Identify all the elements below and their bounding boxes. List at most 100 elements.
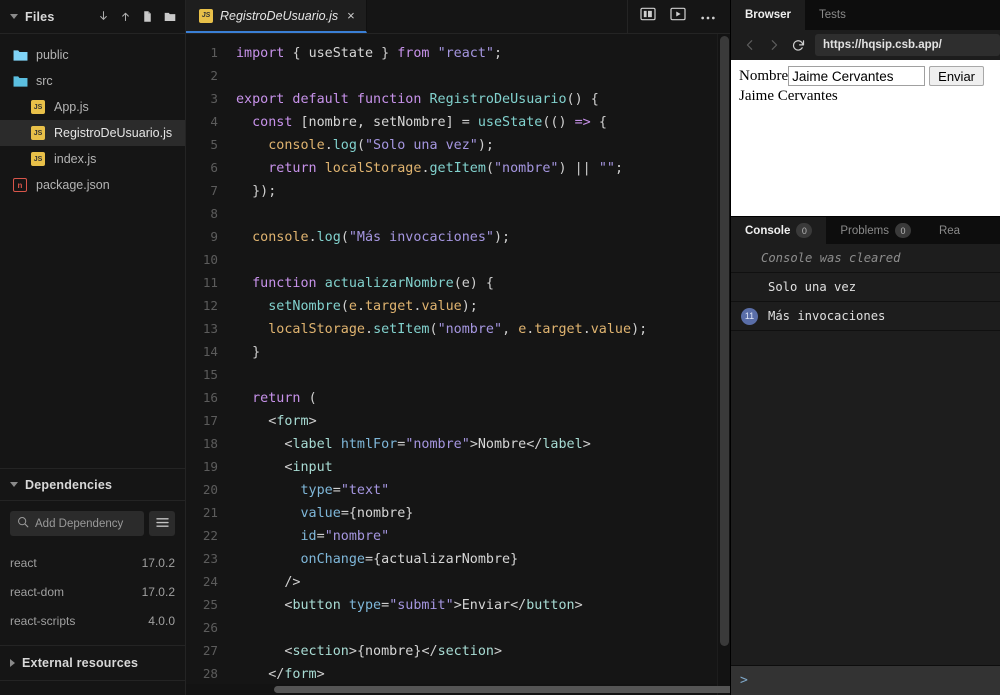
new-file-icon[interactable]: [141, 10, 154, 23]
code-token: .: [325, 138, 333, 153]
editor-horizontal-scrollbar[interactable]: [186, 684, 717, 695]
line-number: 28: [186, 663, 236, 685]
json-badge: n: [13, 178, 27, 192]
chevron-right-icon[interactable]: [763, 34, 785, 56]
code-token: </: [510, 598, 526, 613]
js-file-icon: JS: [30, 125, 46, 141]
tab-problems[interactable]: Problems 0: [826, 217, 925, 244]
file-row-public[interactable]: public: [0, 42, 185, 68]
code-token: />: [236, 575, 301, 590]
code-token: .: [421, 161, 429, 176]
split-pane-icon[interactable]: [640, 7, 656, 26]
tab-console[interactable]: Console 0: [731, 217, 826, 244]
line-number: 26: [186, 617, 236, 639]
code-token: section: [438, 644, 494, 659]
code-token: .: [309, 230, 317, 245]
code-token: );: [462, 299, 478, 314]
dependency-item[interactable]: react-dom 17.0.2: [10, 577, 175, 606]
dependency-menu-button[interactable]: [149, 511, 175, 536]
js-file-icon: JS: [30, 99, 46, 115]
app-preview-frame[interactable]: Nombre Enviar Jaime Cervantes: [731, 60, 1000, 216]
code-token: actualizarNombre: [325, 276, 454, 291]
line-number: 8: [186, 203, 236, 225]
tab-tests[interactable]: Tests: [805, 0, 860, 30]
console-message: Más invocaciones: [766, 309, 885, 323]
preview-nombre-label: Nombre: [739, 66, 788, 86]
dependencies-collapse-caret[interactable]: [10, 482, 18, 487]
code-token: [236, 506, 301, 521]
external-resources-title: External resources: [22, 656, 175, 670]
code-token: }: [236, 345, 260, 360]
files-collapse-caret[interactable]: [10, 14, 18, 19]
close-icon[interactable]: ×: [347, 9, 355, 22]
add-dependency-box[interactable]: [10, 511, 144, 536]
code-token: target: [365, 299, 413, 314]
code-token: const: [252, 115, 300, 130]
dependency-name: react-dom: [10, 585, 64, 599]
console-repeat-badge: 11: [741, 308, 758, 325]
code-editor[interactable]: 1import { useState } from "react"; 2 3ex…: [186, 34, 730, 695]
file-label: RegistroDeUsuario.js: [54, 126, 172, 140]
editor-vertical-scrollbar[interactable]: [717, 34, 730, 695]
line-number: 11: [186, 272, 236, 294]
refresh-icon[interactable]: [787, 34, 809, 56]
file-row-index-js[interactable]: JS index.js: [0, 146, 185, 172]
tab-react-devtools[interactable]: Rea: [925, 217, 974, 244]
dependency-item[interactable]: react-scripts 4.0.0: [10, 606, 175, 635]
add-dependency-input[interactable]: [35, 518, 137, 530]
external-resources-header[interactable]: External resources: [0, 645, 185, 681]
code-token: {: [292, 46, 308, 61]
folder-icon: [12, 73, 28, 89]
code-token: function: [252, 276, 325, 291]
code-token: (: [430, 322, 438, 337]
code-token: RegistroDeUsuario: [429, 92, 566, 107]
editor-horizontal-scroll-thumb[interactable]: [274, 686, 730, 693]
file-row-registrodeusuario-js[interactable]: JS RegistroDeUsuario.js: [0, 120, 185, 146]
code-token: );: [494, 230, 510, 245]
console-count-spacer: [741, 279, 758, 296]
file-row-app-js[interactable]: JS App.js: [0, 94, 185, 120]
chevron-left-icon[interactable]: [739, 34, 761, 56]
editor-vertical-scroll-thumb[interactable]: [720, 36, 729, 646]
preview-form-row: Nombre Enviar: [739, 66, 994, 86]
code-token: "": [599, 161, 615, 176]
external-resources-expand-caret[interactable]: [10, 659, 15, 667]
preview-nombre-input[interactable]: [788, 66, 925, 86]
download-icon[interactable]: [97, 10, 110, 23]
console-input-row[interactable]: >: [731, 665, 1000, 695]
upload-icon[interactable]: [119, 10, 132, 23]
code-token: value: [421, 299, 461, 314]
new-folder-icon[interactable]: [163, 10, 177, 23]
tab-problems-label: Problems: [840, 225, 889, 237]
code-token: [236, 299, 268, 314]
line-number: 24: [186, 571, 236, 593]
source-code[interactable]: 1import { useState } from "react"; 2 3ex…: [186, 34, 730, 695]
url-input[interactable]: https://hqsip.csb.app/: [815, 34, 1000, 56]
code-token: Enviar: [462, 598, 510, 613]
files-header-icons: [97, 10, 177, 23]
preview-window-icon[interactable]: [670, 7, 686, 26]
more-options-icon[interactable]: [700, 8, 716, 26]
code-token: type: [301, 483, 333, 498]
line-number: 14: [186, 341, 236, 363]
line-number: 9: [186, 226, 236, 248]
file-row-src[interactable]: src: [0, 68, 185, 94]
code-token: [nombre, setNombre]: [301, 115, 462, 130]
code-token: log: [333, 138, 357, 153]
preview-enviar-button[interactable]: Enviar: [929, 66, 984, 86]
code-token: {: [599, 115, 607, 130]
console-row-log: Solo una vez: [731, 273, 1000, 302]
code-token: [236, 322, 268, 337]
code-token: setNombre: [268, 299, 341, 314]
file-row-package-json[interactable]: n package.json: [0, 172, 185, 198]
line-number: 16: [186, 387, 236, 409]
editor-tabbar: JS RegistroDeUsuario.js ×: [186, 0, 730, 34]
sidebar: Files pu: [0, 0, 186, 695]
code-token: >: [349, 644, 357, 659]
code-token: "nombre": [405, 437, 470, 452]
dependency-item[interactable]: react 17.0.2: [10, 548, 175, 577]
code-scroll-container: 1import { useState } from "react"; 2 3ex…: [186, 34, 730, 695]
editor-tab-registrodeusuario-js[interactable]: JS RegistroDeUsuario.js ×: [186, 0, 367, 33]
line-number: 23: [186, 548, 236, 570]
tab-browser[interactable]: Browser: [731, 0, 805, 30]
